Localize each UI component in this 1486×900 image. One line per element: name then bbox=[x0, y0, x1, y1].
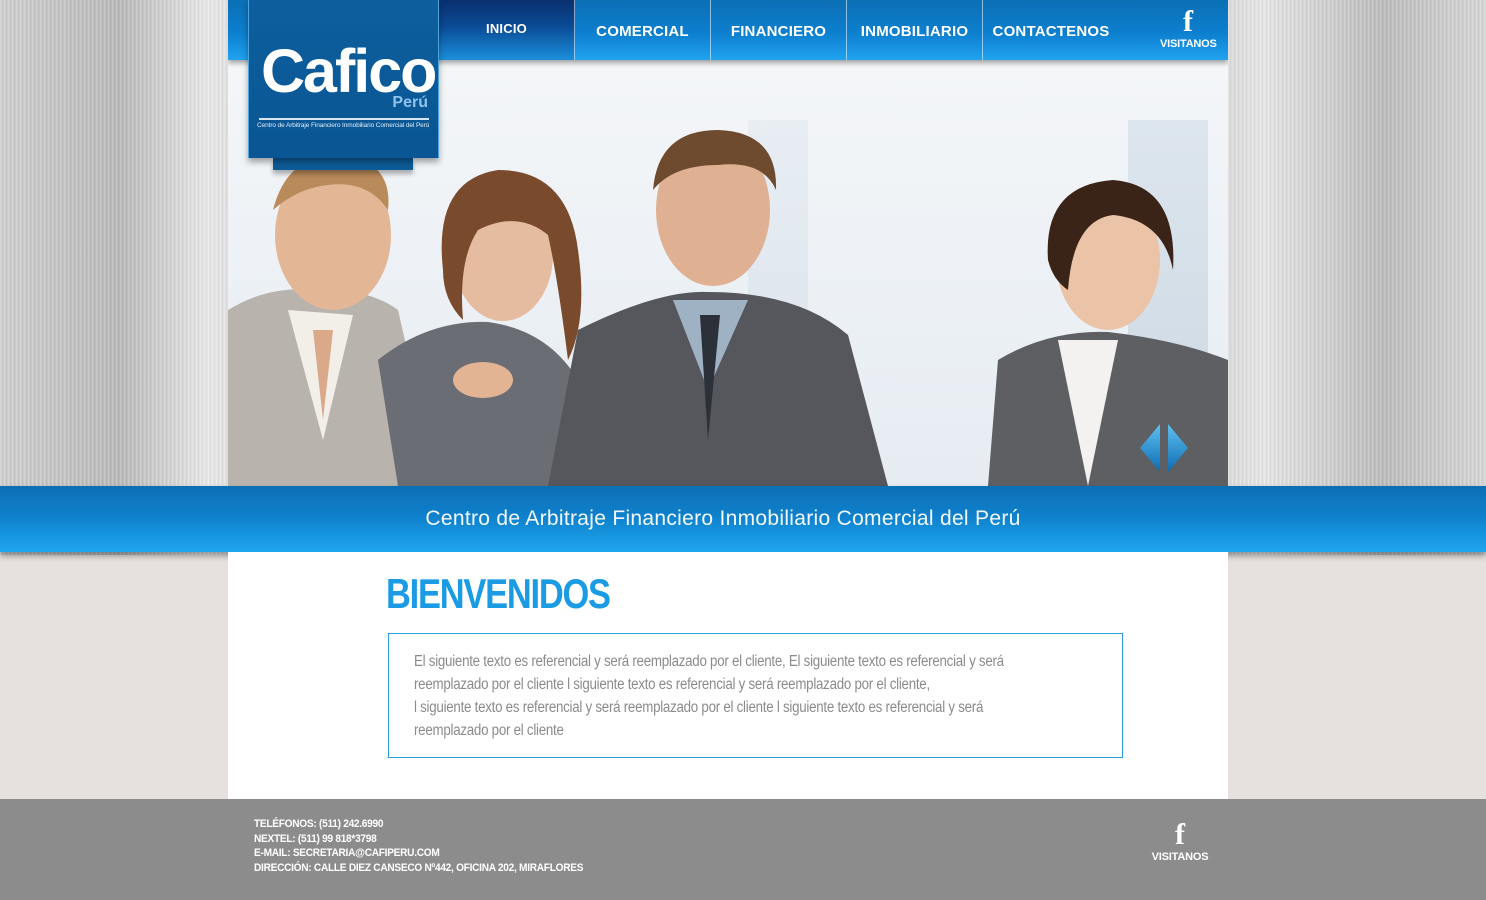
page-title: BIENVENIDOS bbox=[386, 570, 611, 617]
page-container: INICIO COMERCIAL FINANCIERO INMOBILIARIO… bbox=[228, 0, 1228, 486]
footer-email[interactable]: E-MAIL: SECRETARIA@CAFIPERU.COM bbox=[254, 846, 583, 861]
main-content: BIENVENIDOS El siguiente texto es refere… bbox=[228, 552, 1228, 799]
footer: TELÉFONOS: (511) 242.6990 NEXTEL: (511) … bbox=[0, 799, 1486, 900]
site-logo[interactable]: Cafico Perú Centro de Arbitraje Financie… bbox=[248, 0, 439, 158]
intro-line: reemplazado por el cliente l siguiente t… bbox=[414, 676, 930, 693]
nav-item-financiero[interactable]: FINANCIERO bbox=[711, 0, 847, 60]
slider-controls bbox=[1138, 422, 1190, 474]
facebook-label: VISITANOS bbox=[1160, 38, 1217, 50]
tagline-text: Centro de Arbitraje Financiero Inmobilia… bbox=[425, 507, 1021, 530]
nav-menu: INICIO COMERCIAL FINANCIERO INMOBILIARIO… bbox=[439, 0, 1119, 60]
nav-item-contactenos[interactable]: CONTACTENOS bbox=[983, 0, 1119, 60]
footer-address: DIRECCIÓN: CALLE DIEZ CANSECO Nº442, OFI… bbox=[254, 861, 584, 874]
logo-subtitle: Centro de Arbitraje Financiero Inmobilia… bbox=[257, 122, 430, 129]
facebook-label: VISITANOS bbox=[1151, 851, 1209, 863]
nav-item-inmobiliario[interactable]: INMOBILIARIO bbox=[847, 0, 983, 60]
footer-contact-info: TELÉFONOS: (511) 242.6990 NEXTEL: (511) … bbox=[254, 817, 612, 875]
footer-phone: TELÉFONOS: (511) 242.6990 bbox=[254, 818, 384, 830]
nav-item-inicio[interactable]: INICIO bbox=[439, 0, 575, 60]
nav-item-comercial[interactable]: COMERCIAL bbox=[575, 0, 711, 60]
footer-nextel: NEXTEL: (511) 99 818*3798 bbox=[254, 832, 377, 845]
intro-line: El siguiente texto es referencial y será… bbox=[414, 653, 1004, 670]
logo-tab-shadow bbox=[273, 158, 413, 170]
tagline-band: Centro de Arbitraje Financiero Inmobilia… bbox=[0, 486, 1486, 552]
arrow-left-icon[interactable] bbox=[1138, 422, 1162, 474]
arrow-right-icon[interactable] bbox=[1166, 422, 1190, 474]
logo-country: Perú bbox=[392, 94, 428, 111]
facebook-icon: f bbox=[1183, 5, 1193, 38]
facebook-link-footer[interactable]: f VISITANOS bbox=[1148, 818, 1212, 864]
intro-line: reemplazado por el cliente bbox=[414, 722, 564, 739]
facebook-link-top[interactable]: f VISITANOS bbox=[1160, 5, 1217, 51]
logo-divider bbox=[259, 118, 429, 120]
intro-line: l siguiente texto es referencial y será … bbox=[414, 699, 984, 716]
intro-text-box: El siguiente texto es referencial y será… bbox=[388, 633, 1123, 758]
facebook-icon: f bbox=[1175, 818, 1185, 851]
